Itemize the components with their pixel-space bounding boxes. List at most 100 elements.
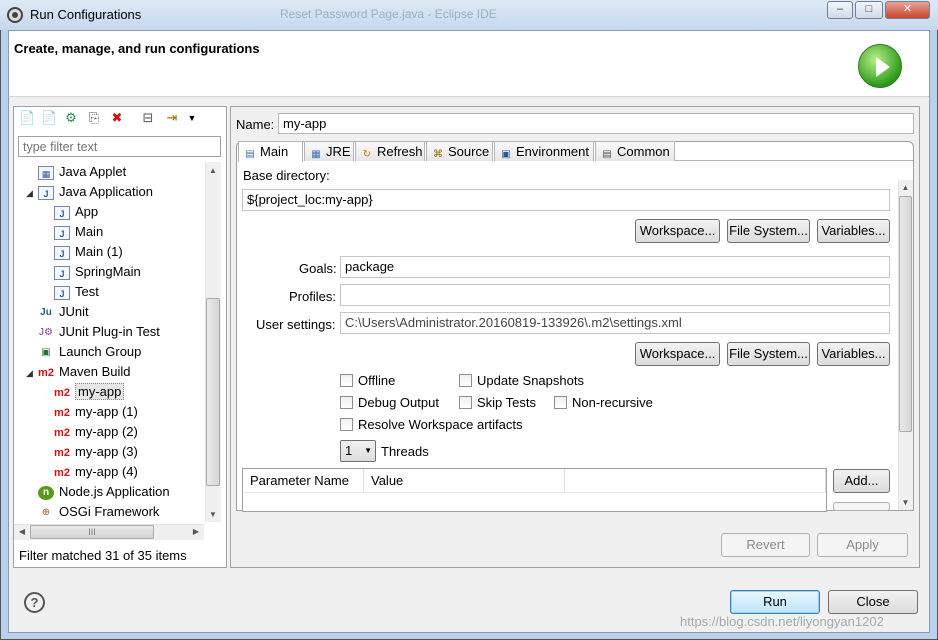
nodejs-icon: n [38,485,54,500]
checkbox-box[interactable] [340,418,353,431]
tree-item[interactable]: J SpringMain [42,262,141,282]
base-workspace-button[interactable]: Workspace... [635,219,720,243]
scroll-right-arrow-icon[interactable]: ▶ [188,524,204,540]
filter-icon[interactable]: ⇥ [164,110,180,126]
tree-item[interactable]: ◢ J Java Application [26,182,153,202]
profiles-input[interactable] [340,284,890,306]
tab-common[interactable]: ▤ Common [595,141,675,161]
window-title: Run Configurations [30,7,142,22]
maven-m2-icon: m2 [54,466,70,479]
resolve-workspace-checkbox[interactable]: Resolve Workspace artifacts [340,417,523,433]
threads-select[interactable]: 1 ▼ [340,440,376,462]
skip-tests-checkbox[interactable]: Skip Tests [459,395,536,411]
tree-item[interactable]: ⊕ OSGi Framework [26,502,160,522]
goals-input[interactable]: package [340,256,890,278]
tree-item-label: my-app (1) [75,404,138,419]
tab-strip-border [675,160,913,161]
tree-item[interactable]: m2 my-app (1) [42,402,138,422]
tree-item[interactable]: ▦ Java Applet [26,162,126,182]
scroll-down-arrow-icon[interactable]: ▼ [898,495,913,511]
tab-refresh[interactable]: ↻ Refresh [355,141,425,161]
tree-item-label: Main [75,224,104,239]
dialog-header-title: Create, manage, and run configurations [14,41,260,56]
tree-item-label: SpringMain [75,264,141,279]
tree-item[interactable]: m2 my-app (4) [42,462,138,482]
tree-hscroll-thumb[interactable]: III [30,525,154,539]
tree-item[interactable]: n Node.js Application [26,482,170,502]
column-header-parameter-name[interactable]: Parameter Name [243,469,364,493]
settings-file-system-button[interactable]: File System... [727,342,810,366]
new-prototype-icon[interactable]: 📄 [41,110,57,126]
tree-item[interactable]: Ju JUnit [26,302,88,322]
base-file-system-button[interactable]: File System... [727,219,810,243]
settings-variables-button[interactable]: Variables... [817,342,890,366]
tree-item[interactable]: J Main [42,222,103,242]
tab-environment[interactable]: ▣ Environment [494,141,594,161]
help-icon[interactable]: ? [24,592,45,613]
threads-label: Threads [381,444,429,459]
editor-scroll-thumb[interactable] [899,196,912,432]
tree-item[interactable]: J Test [42,282,99,302]
base-variables-button[interactable]: Variables... [817,219,890,243]
maven-m2-icon: m2 [38,366,54,379]
checkbox-box[interactable] [459,374,472,387]
checkbox-box[interactable] [459,396,472,409]
update-snapshots-checkbox[interactable]: Update Snapshots [459,373,584,389]
apply-button[interactable]: Apply [817,533,908,557]
delete-icon[interactable]: ✖ [109,110,125,126]
tab-main[interactable]: ▤ Main [238,141,303,162]
scroll-left-arrow-icon[interactable]: ◀ [14,524,30,540]
export-icon[interactable]: ⚙ [63,110,79,126]
close-window-button[interactable]: ✕ [885,1,930,19]
refresh-icon: ↻ [362,149,372,160]
launch-group-icon: ▣ [41,346,51,358]
java-class-icon: J [54,285,70,300]
base-directory-input[interactable]: ${project_loc:my-app} [242,189,890,211]
tab-jre[interactable]: ▦ JRE [304,141,354,161]
tree-item[interactable]: ◢ m2 Maven Build [26,362,131,382]
non-recursive-checkbox[interactable]: Non-recursive [554,395,653,411]
environment-icon: ▣ [501,149,511,160]
revert-button[interactable]: Revert [721,533,810,557]
debug-output-checkbox[interactable]: Debug Output [340,395,439,411]
add-parameter-button[interactable]: Add... [833,469,890,493]
duplicate-icon[interactable]: ⎘ [86,110,102,126]
tree-item-label: Node.js Application [59,484,170,499]
tab-source[interactable]: ⌘ Source [426,141,493,161]
tree-item[interactable]: m2 my-app (3) [42,442,138,462]
expand-toggle-icon[interactable]: ◢ [26,183,36,203]
close-button[interactable]: Close [828,590,918,614]
checkbox-box[interactable] [554,396,567,409]
checkbox-box[interactable] [340,396,353,409]
maximize-button[interactable]: □ [855,1,883,19]
user-settings-input[interactable]: C:\Users\Administrator.20160819-133926\.… [340,312,890,334]
tree-item[interactable]: J Main (1) [42,242,123,262]
new-config-icon[interactable]: 📄 [19,110,35,126]
offline-checkbox[interactable]: Offline [340,373,395,389]
settings-workspace-button[interactable]: Workspace... [635,342,720,366]
tree-item[interactable]: J App [42,202,98,222]
checkbox-box[interactable] [340,374,353,387]
tree-item[interactable]: ▣ Launch Group [26,342,141,362]
view-menu-icon[interactable]: ▼ [184,110,200,126]
name-input[interactable] [278,113,914,134]
scroll-down-arrow-icon[interactable]: ▼ [205,507,221,523]
tree-item-label: Java Application [59,184,153,199]
tree-item[interactable]: m2 my-app (2) [42,422,138,442]
tree-item[interactable]: m2 my-app [42,382,125,402]
scroll-up-arrow-icon[interactable]: ▲ [205,163,221,179]
tree-item-label: App [75,204,99,219]
tree-item-label: Test [75,284,99,299]
filter-input[interactable] [18,136,221,157]
tree-scroll-thumb[interactable] [206,298,220,486]
column-header-value[interactable]: Value [364,469,565,493]
minimize-button[interactable]: – [827,1,853,19]
edit-parameter-button[interactable] [833,502,890,511]
tree-item-label: my-app [75,383,125,400]
run-button[interactable]: Run [730,590,820,614]
collapse-all-icon[interactable]: ⊟ [140,110,156,126]
expand-toggle-icon[interactable]: ◢ [26,363,36,383]
scroll-up-arrow-icon[interactable]: ▲ [898,180,913,196]
tree-item-label: Launch Group [59,344,142,359]
tree-item[interactable]: J⚙ JUnit Plug-in Test [26,322,160,342]
